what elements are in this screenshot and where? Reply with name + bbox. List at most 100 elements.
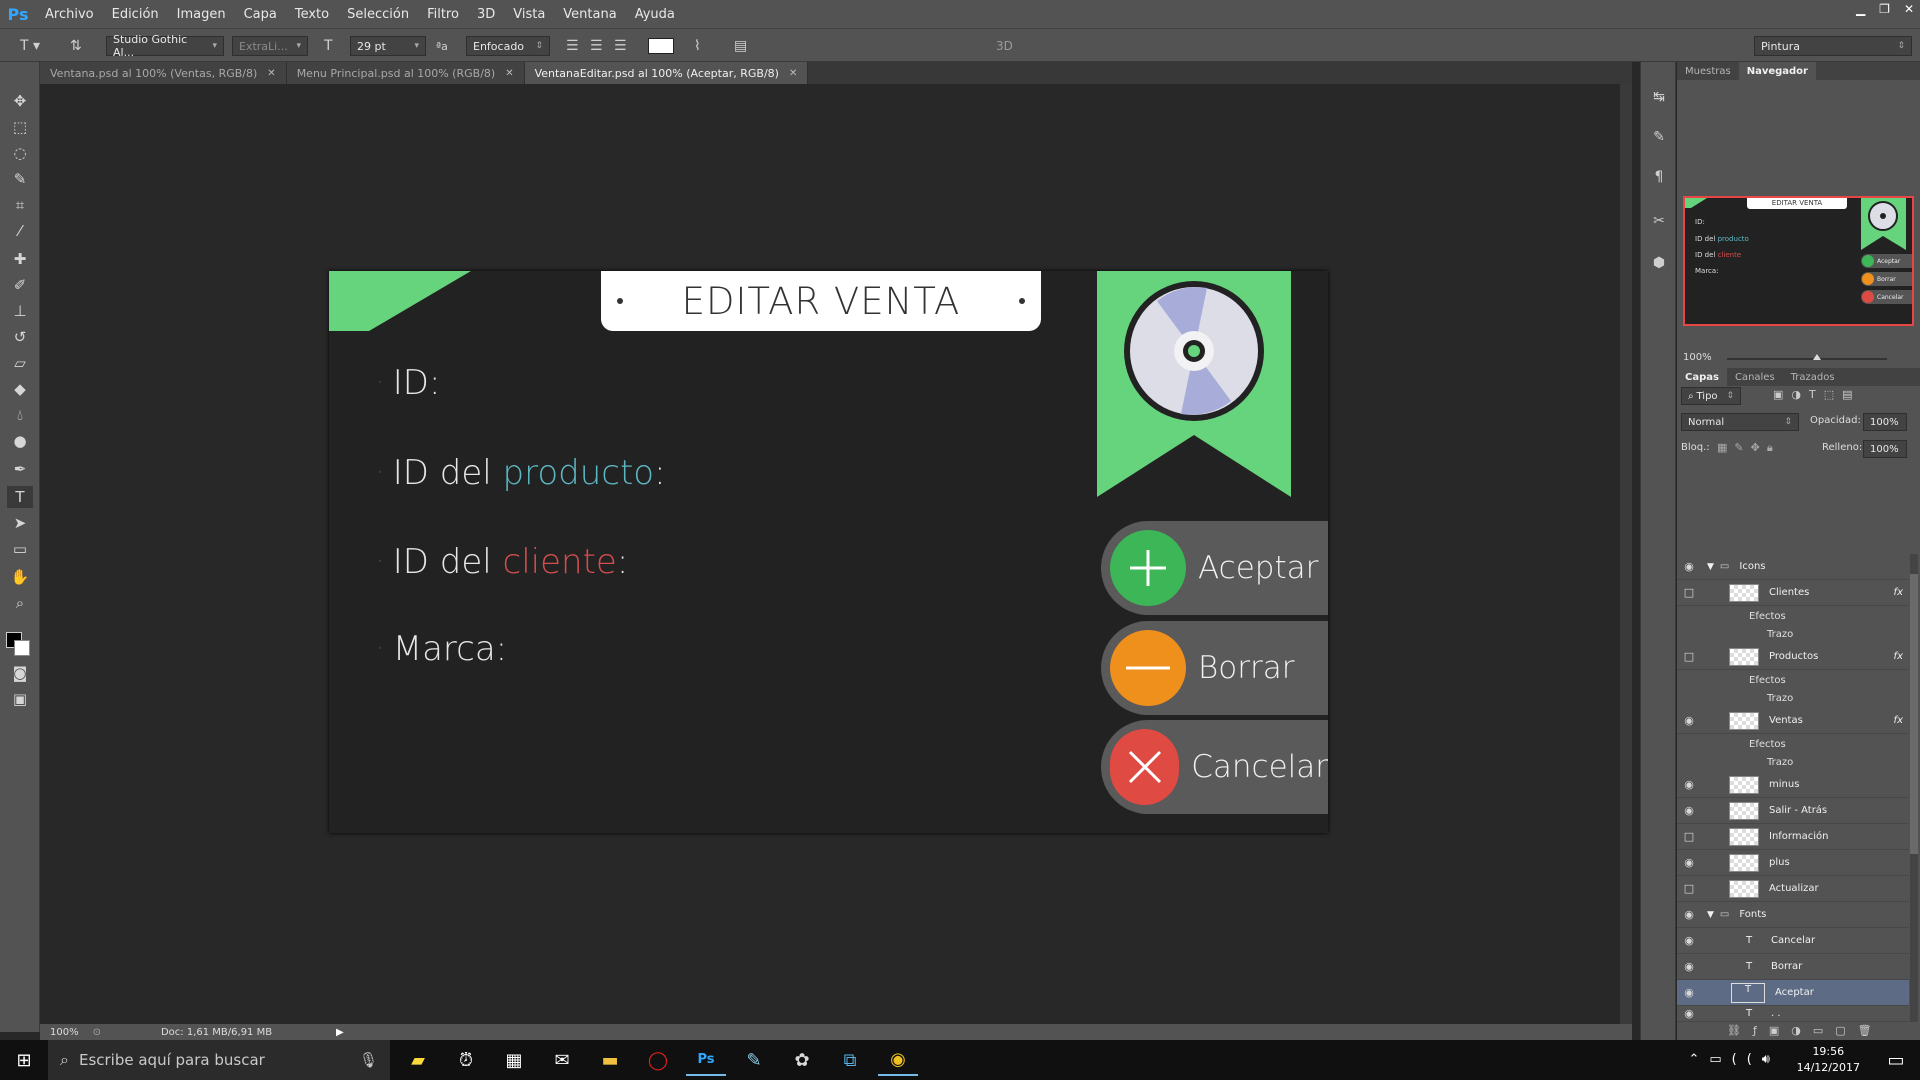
file-explorer-icon[interactable]: ▬	[590, 1044, 630, 1076]
tab-ventana[interactable]: Ventana.psd al 100% (Ventas, RGB/8) ✕	[40, 62, 287, 84]
menu-archivo[interactable]: Archivo	[36, 7, 103, 22]
fx-icon[interactable]: fx	[1894, 715, 1903, 726]
layer-effects[interactable]: Efectos	[1677, 735, 1909, 753]
shape-tool-icon[interactable]: ▭	[7, 538, 33, 560]
tab-navigator[interactable]: Navegador	[1738, 62, 1816, 80]
paint-bucket-tool-icon[interactable]: ◆	[7, 378, 33, 400]
navigator-thumbnail[interactable]: EDITAR VENTA ID: ID del producto ID del …	[1683, 196, 1914, 326]
slider-handle-icon[interactable]	[1813, 354, 1821, 360]
layer-text-aceptar[interactable]: ◉ T Aceptar	[1677, 980, 1909, 1006]
eye-icon[interactable]: ◉	[1677, 778, 1701, 791]
layer-effects[interactable]: Efectos	[1677, 671, 1909, 689]
tab-layers[interactable]: Capas	[1677, 368, 1727, 386]
taskbar-clock[interactable]: 19:56 14/12/2017	[1797, 1044, 1860, 1076]
quick-mask-icon[interactable]: ◙	[7, 662, 33, 684]
crop-tool-icon[interactable]: ⌗	[7, 194, 33, 216]
path-selection-tool-icon[interactable]: ➤	[7, 512, 33, 534]
tab-ventana-editar[interactable]: VentanaEditar.psd al 100% (Aceptar, RGB/…	[524, 62, 809, 84]
layer-group-fonts[interactable]: ◉ ▼ ▭ Fonts	[1677, 902, 1909, 928]
eye-icon[interactable]: ◉	[1677, 560, 1701, 573]
fx-icon[interactable]: fx	[1894, 651, 1903, 662]
windows-start-icon[interactable]: ⊞	[4, 1044, 44, 1076]
blur-tool-icon[interactable]: 💧︎	[7, 404, 33, 426]
brush-tool-icon[interactable]: ✐	[7, 274, 33, 296]
lasso-tool-icon[interactable]: ◌	[7, 142, 33, 164]
cancel-button[interactable]: Cancelar	[1101, 720, 1328, 814]
notifications-icon[interactable]: ▭	[1876, 1044, 1916, 1076]
status-arrow-icon[interactable]: ▶	[336, 1027, 344, 1038]
eye-icon[interactable]: ◉	[1677, 804, 1701, 817]
alarm-clock-icon[interactable]: ⏰︎	[446, 1044, 486, 1076]
blend-mode-select[interactable]: Normal ⇕	[1681, 413, 1799, 431]
calendar-icon[interactable]: ▦	[494, 1044, 534, 1076]
layer-filter-select[interactable]: ⌕ Tipo ⇕	[1681, 387, 1741, 405]
eye-icon[interactable]: ◉	[1677, 1007, 1701, 1020]
layer-effect-stroke[interactable]: Trazo	[1677, 753, 1909, 771]
close-icon[interactable]: ✕	[789, 68, 797, 79]
layer-text-next[interactable]: ◉ T . .	[1677, 1006, 1909, 1022]
eye-icon[interactable]: ◉	[1677, 960, 1701, 973]
photoshop-taskbar-icon[interactable]: Ps	[686, 1044, 726, 1076]
navigator-zoom[interactable]: 100%	[1683, 352, 1712, 363]
menu-3d[interactable]: 3D	[468, 7, 504, 22]
brush-panel-icon[interactable]: ✎	[1647, 126, 1671, 148]
layer-effect-stroke[interactable]: Trazo	[1677, 689, 1909, 707]
zoom-tool-icon[interactable]: ⌕	[7, 592, 33, 614]
visibility-box[interactable]: □	[1677, 882, 1701, 895]
menu-imagen[interactable]: Imagen	[168, 7, 235, 22]
menu-ayuda[interactable]: Ayuda	[626, 7, 684, 22]
opera-browser-icon[interactable]: ◯	[638, 1044, 678, 1076]
layer-text-cancelar[interactable]: ◉ T Cancelar	[1677, 928, 1909, 954]
layer-group-icons[interactable]: ◉ ▼ ▭ Icons	[1677, 554, 1909, 580]
close-icon[interactable]: ✕	[505, 68, 513, 79]
layer-informacion[interactable]: □ Información	[1677, 824, 1909, 850]
eye-icon[interactable]: ◉	[1677, 986, 1701, 999]
tab-swatches[interactable]: Muestras	[1677, 62, 1739, 80]
visual-studio-icon[interactable]: ⧉	[830, 1044, 870, 1076]
minimize-icon[interactable]: ▁	[1856, 2, 1865, 16]
antialias-select[interactable]: Enfocado ⇕	[466, 36, 550, 56]
layer-effects[interactable]: Efectos	[1677, 607, 1909, 625]
close-icon[interactable]: ✕	[1904, 2, 1914, 16]
visibility-box[interactable]: □	[1677, 650, 1701, 663]
microphone-icon[interactable]: 🎙︎	[359, 1051, 378, 1069]
taskbar-search[interactable]: ⌕ Escribe aquí para buscar 🎙︎	[48, 1040, 390, 1080]
layer-plus[interactable]: ◉ plus	[1677, 850, 1909, 876]
3d-mode-label[interactable]: 3D	[996, 36, 1013, 56]
lock-icons[interactable]: ▦✎✥🔒︎	[1717, 441, 1780, 455]
paragraph-panel-icon[interactable]: ¶	[1647, 166, 1671, 188]
eye-icon[interactable]: ◉	[1677, 908, 1701, 921]
layers-scrollbar[interactable]	[1910, 554, 1918, 1022]
layer-ventas[interactable]: ◉ Ventas fx	[1677, 708, 1909, 734]
chevron-down-icon[interactable]: ▼	[1707, 562, 1714, 572]
eye-icon[interactable]: ◉	[1677, 934, 1701, 947]
layer-salir-atras[interactable]: ◉ Salir - Atrás	[1677, 798, 1909, 824]
healing-brush-tool-icon[interactable]: ✚	[7, 248, 33, 270]
delete-button[interactable]: Borrar	[1101, 621, 1328, 715]
layer-effect-stroke[interactable]: Trazo	[1677, 625, 1909, 643]
background-color-swatch[interactable]	[14, 640, 30, 656]
chevron-down-icon[interactable]: ▼	[1707, 910, 1714, 920]
notepad-icon[interactable]: ✎	[734, 1044, 774, 1076]
system-tray-icons[interactable]: ⌃▭((🔊︎	[1688, 1052, 1780, 1067]
move-tool-icon[interactable]: ✥	[7, 90, 33, 112]
history-panel-icon[interactable]: ↹	[1647, 86, 1671, 108]
paint-app-icon[interactable]: ✿	[782, 1044, 822, 1076]
align-right-icon[interactable]: ☰	[614, 36, 627, 56]
text-color-swatch[interactable]	[648, 38, 674, 54]
layer-filter-icons[interactable]: ▣◑T⬚▤	[1773, 388, 1861, 401]
character-panel-icon[interactable]: ▤	[734, 36, 747, 56]
opacity-input[interactable]: 100%	[1863, 413, 1907, 431]
menu-ventana[interactable]: Ventana	[554, 7, 625, 22]
tab-menu-principal[interactable]: Menu Principal.psd al 100% (RGB/8) ✕	[286, 62, 525, 84]
eraser-tool-icon[interactable]: ▱	[7, 352, 33, 374]
dodge-tool-icon[interactable]: ●	[7, 430, 33, 452]
hand-tool-icon[interactable]: ✋	[7, 566, 33, 588]
close-icon[interactable]: ✕	[267, 68, 275, 79]
zoom-level[interactable]: 100%	[50, 1027, 79, 1038]
3d-panel-icon[interactable]: ⬢	[1647, 252, 1671, 274]
menu-capa[interactable]: Capa	[235, 7, 286, 22]
sticky-notes-icon[interactable]: ▰	[398, 1044, 438, 1076]
accept-button[interactable]: Aceptar	[1101, 521, 1328, 615]
menu-vista[interactable]: Vista	[504, 7, 554, 22]
